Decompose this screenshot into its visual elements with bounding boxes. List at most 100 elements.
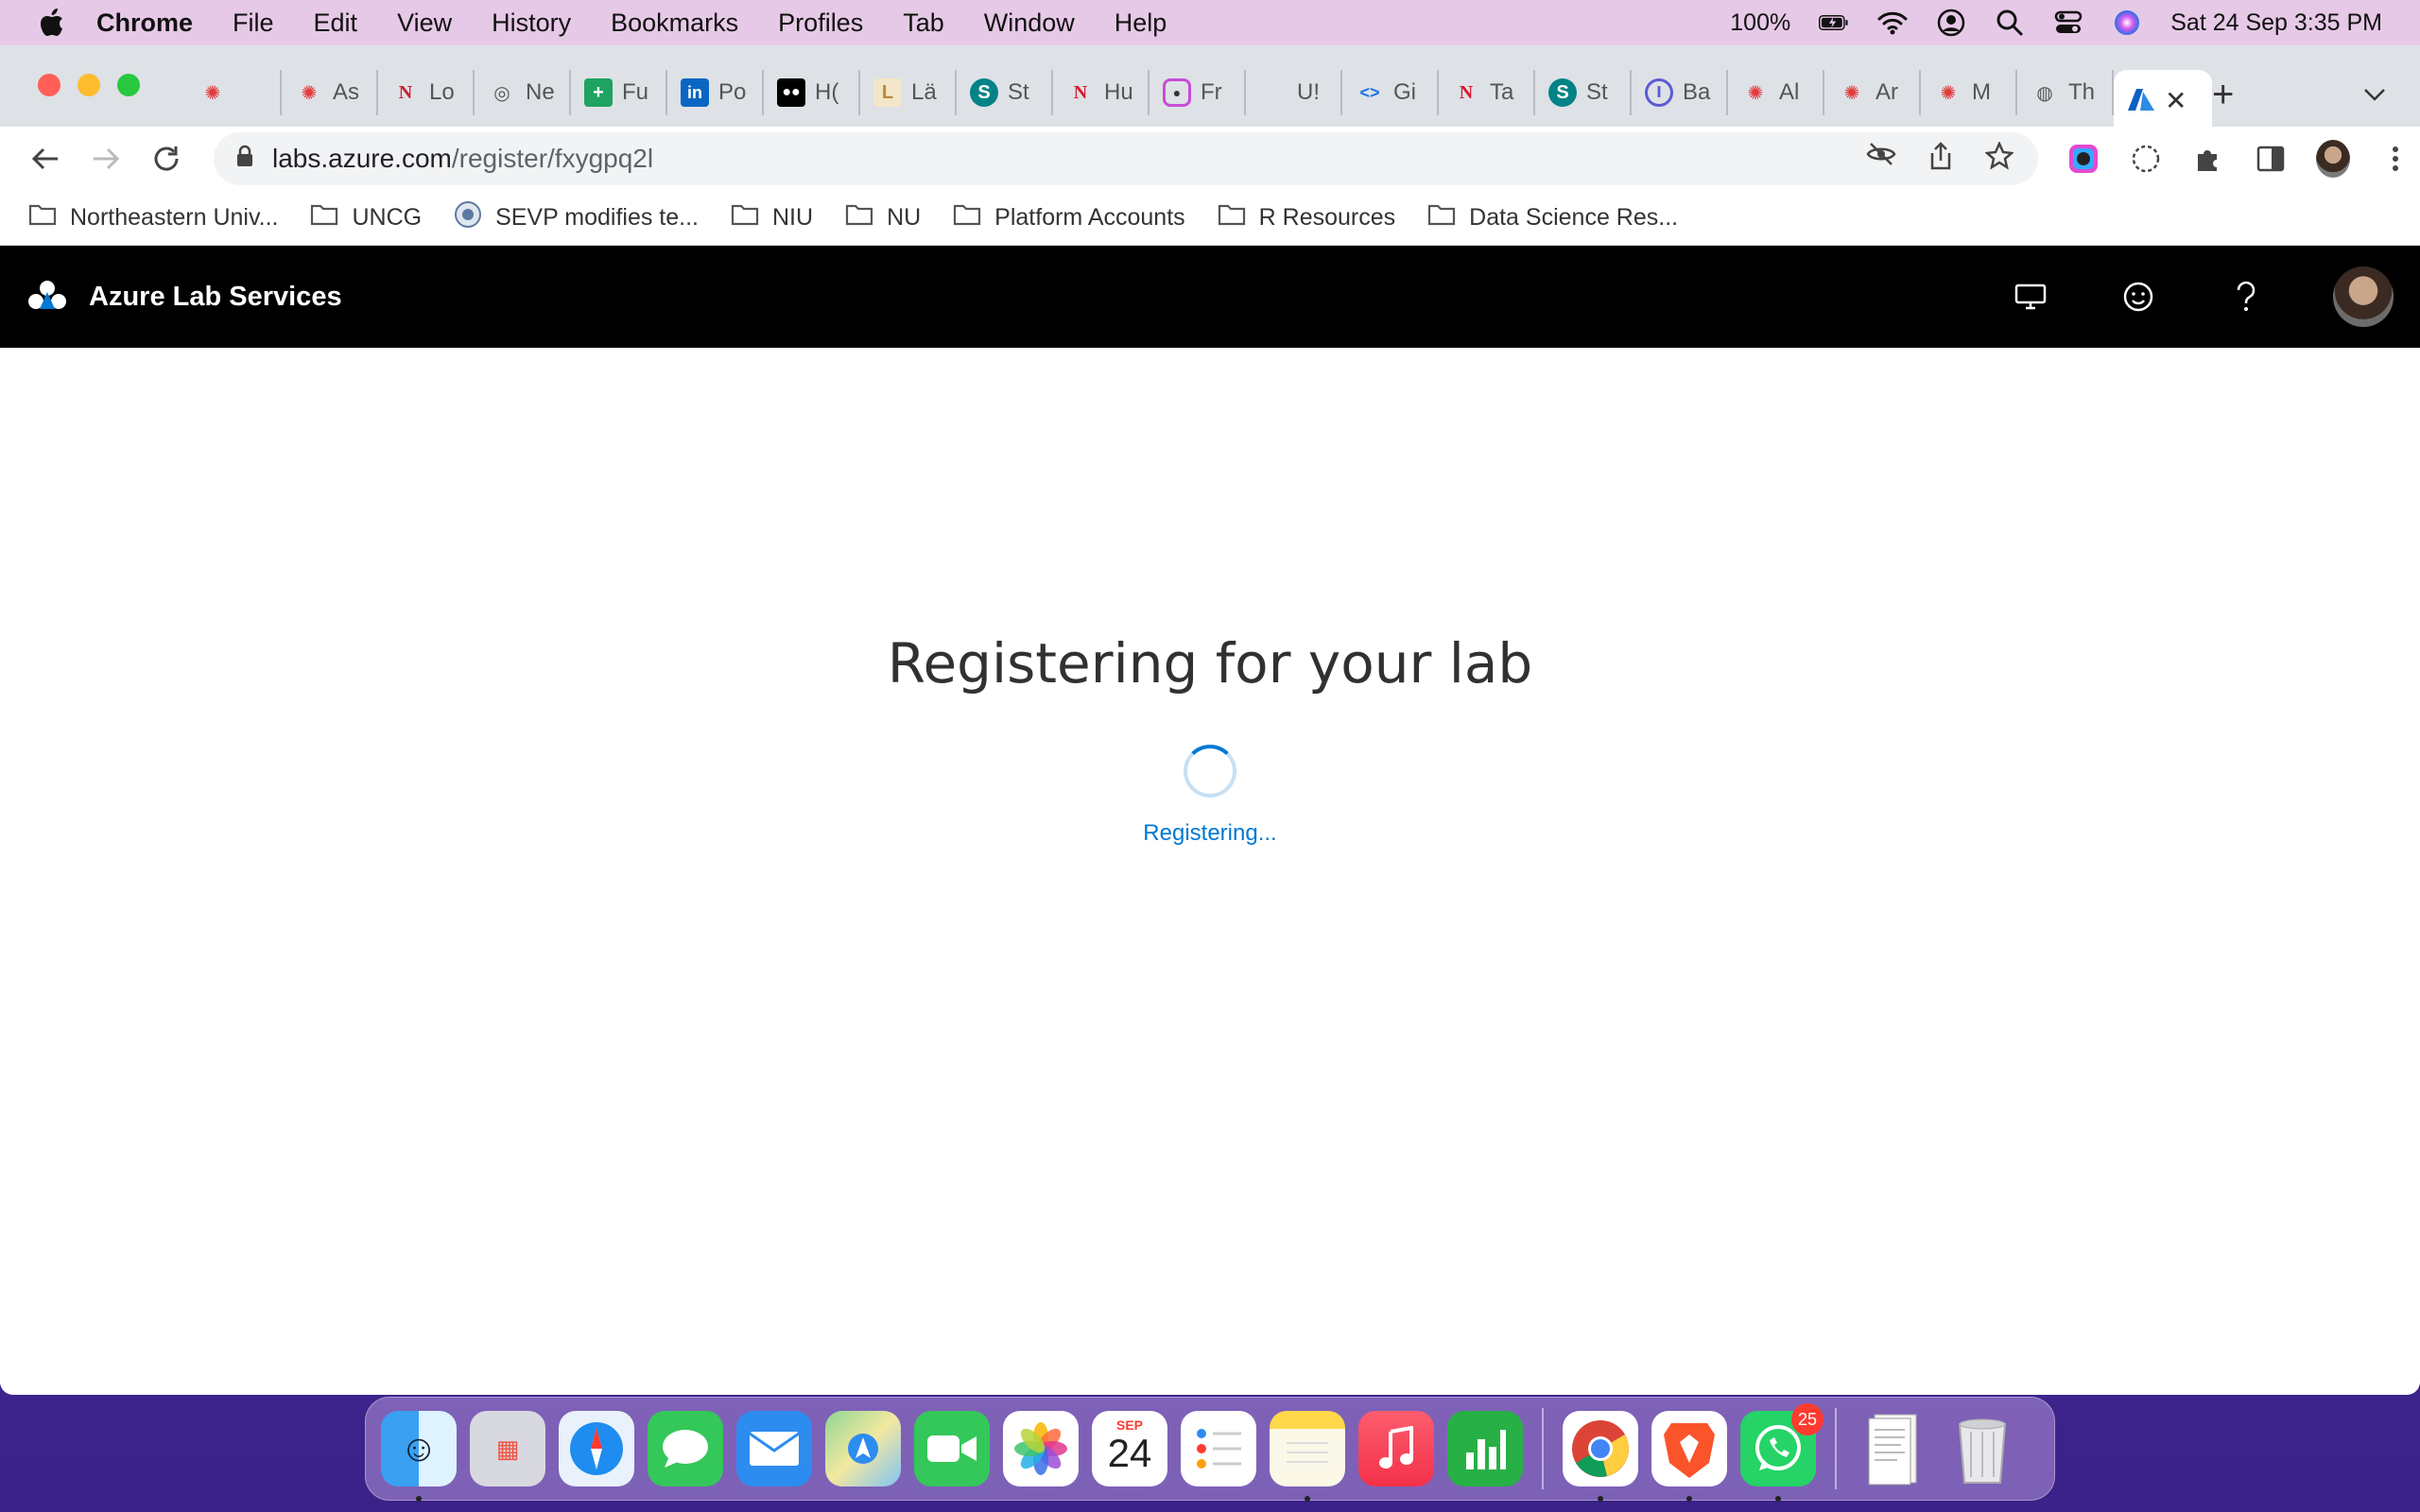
tab-11[interactable]: ● Fr <box>1150 70 1246 115</box>
tab-17[interactable]: ✺ Al <box>1728 70 1824 115</box>
menubar-datetime[interactable]: Sat 24 Sep 3:35 PM <box>2170 9 2382 37</box>
dock: ☺ ▦ SEP 24 25 <box>365 1397 2055 1502</box>
trash-icon[interactable] <box>1945 1411 2020 1486</box>
bookmark-folder-northeastern[interactable]: Northeastern Univ... <box>28 203 278 232</box>
tab-12[interactable]: U! <box>1246 70 1342 115</box>
tab-label: H( <box>815 79 839 105</box>
bookmark-folder-uncg[interactable]: UNCG <box>310 203 422 232</box>
document-stack-icon[interactable] <box>1856 1411 1931 1486</box>
menu-app-name[interactable]: Chrome <box>96 9 193 38</box>
url-path: /register/fxygpq2l <box>451 144 654 173</box>
bookmark-folder-nu[interactable]: NU <box>845 203 921 232</box>
browser-toolbar: labs.azure.com/register/fxygpq2l <box>0 127 2420 191</box>
menu-view[interactable]: View <box>397 9 452 38</box>
color-extension-icon[interactable] <box>2066 142 2100 176</box>
chrome-menu-icon[interactable] <box>2378 142 2412 176</box>
close-window-button[interactable] <box>38 74 60 96</box>
menu-bookmarks[interactable]: Bookmarks <box>611 9 738 38</box>
bookmark-folder-r-resources[interactable]: R Resources <box>1218 203 1395 232</box>
share-icon[interactable] <box>1928 141 1953 177</box>
user-account-icon[interactable] <box>1936 8 1966 38</box>
apple-icon[interactable] <box>36 7 68 39</box>
chrome-icon[interactable] <box>1563 1411 1638 1502</box>
tab-13[interactable]: <> Gi <box>1342 70 1439 115</box>
menu-edit[interactable]: Edit <box>314 9 358 38</box>
window-controls <box>38 74 140 96</box>
minimize-window-button[interactable] <box>78 74 100 96</box>
bookmark-star-icon[interactable] <box>1984 140 2014 177</box>
tab-19[interactable]: ✺ M <box>1921 70 2017 115</box>
spotlight-search-icon[interactable] <box>1995 8 2025 38</box>
bookmark-sevp[interactable]: SEVP modifies te... <box>454 200 699 235</box>
dock-separator <box>1542 1408 1544 1489</box>
tab-search-chevron-icon[interactable] <box>2363 77 2386 108</box>
safari-icon[interactable] <box>559 1411 634 1486</box>
url-host: labs.azure.com <box>272 144 452 173</box>
extensions-puzzle-icon[interactable] <box>2191 142 2225 176</box>
reload-button[interactable] <box>147 140 185 178</box>
menu-help[interactable]: Help <box>1115 9 1167 38</box>
tab-9[interactable]: S St <box>957 70 1053 115</box>
tab-5[interactable]: + Fu <box>571 70 667 115</box>
lock-icon[interactable] <box>236 144 253 174</box>
app-title[interactable]: Azure Lab Services <box>89 282 342 313</box>
forward-button[interactable] <box>87 140 125 178</box>
battery-icon[interactable] <box>1819 8 1849 38</box>
new-tab-button[interactable]: + <box>2212 74 2234 116</box>
tab-1[interactable]: ✺ <box>185 70 282 115</box>
numbers-icon[interactable] <box>1447 1411 1523 1486</box>
maps-icon[interactable] <box>825 1411 901 1486</box>
tab-3[interactable]: N Lo <box>378 70 475 115</box>
messages-icon[interactable] <box>648 1411 723 1486</box>
tab-20[interactable]: ◍ Th <box>2017 70 2114 115</box>
bookmark-folder-niu[interactable]: NIU <box>731 203 813 232</box>
calendar-icon[interactable]: SEP 24 <box>1092 1411 1167 1486</box>
user-avatar[interactable] <box>2333 266 2394 327</box>
bookmark-folder-data-science[interactable]: Data Science Res... <box>1427 203 1678 232</box>
zoom-window-button[interactable] <box>117 74 140 96</box>
tab-7[interactable]: ●● H( <box>764 70 860 115</box>
page-title: Registering for your lab <box>887 631 1533 696</box>
help-question-icon[interactable] <box>2225 276 2267 318</box>
tab-4[interactable]: ◎ Ne <box>475 70 571 115</box>
menu-window[interactable]: Window <box>984 9 1075 38</box>
wifi-icon[interactable] <box>1877 8 1908 38</box>
close-tab-icon[interactable]: ✕ <box>2165 85 2187 116</box>
reminders-icon[interactable] <box>1181 1411 1256 1486</box>
control-center-icon[interactable] <box>2053 8 2083 38</box>
menu-file[interactable]: File <box>233 9 274 38</box>
siri-icon[interactable] <box>2112 8 2142 38</box>
tab-16[interactable]: ⅼ Ba <box>1632 70 1728 115</box>
mail-icon[interactable] <box>736 1411 812 1486</box>
facetime-icon[interactable] <box>914 1411 990 1486</box>
tab-15[interactable]: S St <box>1535 70 1632 115</box>
tab-label: U! <box>1297 79 1320 105</box>
brave-icon[interactable] <box>1651 1411 1727 1502</box>
menu-tab[interactable]: Tab <box>903 9 944 38</box>
side-panel-icon[interactable] <box>2254 142 2288 176</box>
tab-2[interactable]: ✺ As <box>282 70 378 115</box>
tab-active-azure-labs[interactable]: ✕ <box>2114 70 2212 130</box>
tab-6[interactable]: in Po <box>667 70 764 115</box>
tab-label: Th <box>2068 79 2096 105</box>
photos-icon[interactable] <box>1003 1411 1079 1486</box>
tab-10[interactable]: N Hu <box>1053 70 1150 115</box>
back-button[interactable] <box>26 140 64 178</box>
launchpad-icon[interactable]: ▦ <box>470 1411 545 1486</box>
tab-18[interactable]: ✺ Ar <box>1824 70 1921 115</box>
finder-icon[interactable]: ☺ <box>381 1411 457 1502</box>
bookmark-folder-platform-accounts[interactable]: Platform Accounts <box>953 203 1185 232</box>
tab-14[interactable]: N Ta <box>1439 70 1535 115</box>
eye-off-icon[interactable] <box>1866 142 1896 177</box>
monitor-icon[interactable] <box>2010 276 2051 318</box>
address-bar[interactable]: labs.azure.com/register/fxygpq2l <box>214 132 2038 185</box>
tab-8[interactable]: L Lä <box>860 70 957 115</box>
whatsapp-icon[interactable]: 25 <box>1740 1403 1824 1502</box>
music-icon[interactable] <box>1358 1411 1434 1486</box>
menu-profiles[interactable]: Profiles <box>778 9 863 38</box>
dotted-circle-extension-icon[interactable] <box>2129 142 2163 176</box>
feedback-smiley-icon[interactable] <box>2118 276 2159 318</box>
notes-icon[interactable] <box>1270 1411 1345 1502</box>
profile-avatar[interactable] <box>2316 140 2350 178</box>
menu-history[interactable]: History <box>492 9 571 38</box>
